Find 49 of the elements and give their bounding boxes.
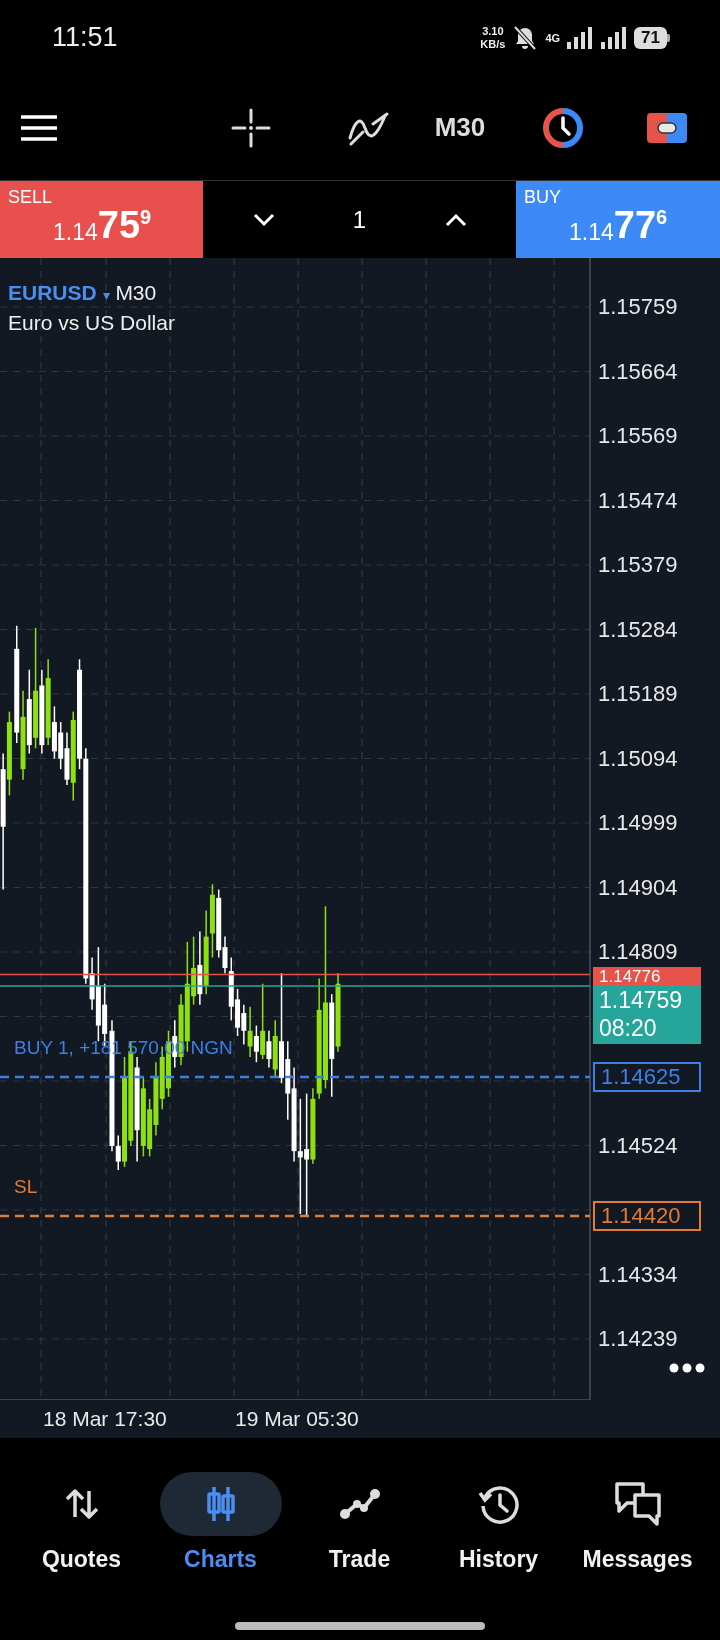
line-chart-icon [338,1487,381,1521]
price-axis-label: 1.14809 [598,939,678,965]
price-axis-label: 1.15284 [598,616,678,643]
countdown-timer: 08:20 [599,1013,658,1042]
price-axis-label: 1.14524 [598,1132,678,1159]
stop-loss-tag: 1.14420 [593,1201,701,1232]
price-axis-label: 1.14334 [598,1261,678,1288]
symbol-description: Euro vs US Dollar [8,310,175,336]
network-speed: 3.10 KB/s [480,24,506,51]
chevron-up-icon [444,212,467,227]
price-axis-label: 1.15759 [598,294,678,320]
swap-arrows-icon [63,1487,100,1521]
signal-icon [566,25,593,50]
chat-icon [612,1481,663,1527]
nav-tab[interactable]: Trade [290,1472,429,1573]
price-axis-label: 1.15094 [598,745,678,772]
toggle-icon[interactable] [647,112,687,143]
nav-tab[interactable]: History [429,1472,568,1573]
price-axis-label: 1.15569 [598,423,678,449]
price-axis-label: 1.14999 [598,810,678,836]
order-price-tag: 1.14625 [593,1061,701,1092]
more-icon[interactable] [669,1362,705,1374]
chart-timeframe: M30 [115,281,157,304]
stop-loss-label: SL [14,1176,38,1199]
price-axis-label: 1.15474 [598,487,678,514]
time-axis-label: 18 Mar 17:30 [43,1407,167,1431]
clock-time: 11:51 [52,22,118,53]
clock-icon[interactable] [542,106,584,149]
price-axis-label: 1.14239 [598,1326,678,1352]
price-axis-label: 1.15189 [598,681,678,707]
menu-icon[interactable] [20,113,58,142]
nav-tab[interactable]: Messages [568,1472,707,1573]
price-axis-label: 1.15664 [598,358,678,385]
signal-icon [598,25,629,50]
timeframe-button[interactable]: M30 [434,112,486,143]
history-icon [477,1483,520,1525]
battery-indicator: 71 [634,26,670,49]
crosshair-icon[interactable] [231,107,271,148]
dropdown-arrow[interactable]: ▾ [102,287,110,303]
time-axis-label: 19 Mar 05:30 [235,1407,359,1431]
bid-price: 1.14759 [599,985,684,1014]
volume-field[interactable]: 1 [352,205,367,234]
ask-price-tag: 1.14776 [593,966,701,988]
nav-tab[interactable]: Quotes [12,1472,151,1573]
symbol-name[interactable]: EURUSD [8,281,97,304]
chevron-down-icon [252,212,275,227]
price-axis-label: 1.15379 [598,552,678,578]
network-type: 4G [545,31,561,44]
price-axis-label: 1.14904 [598,874,678,901]
